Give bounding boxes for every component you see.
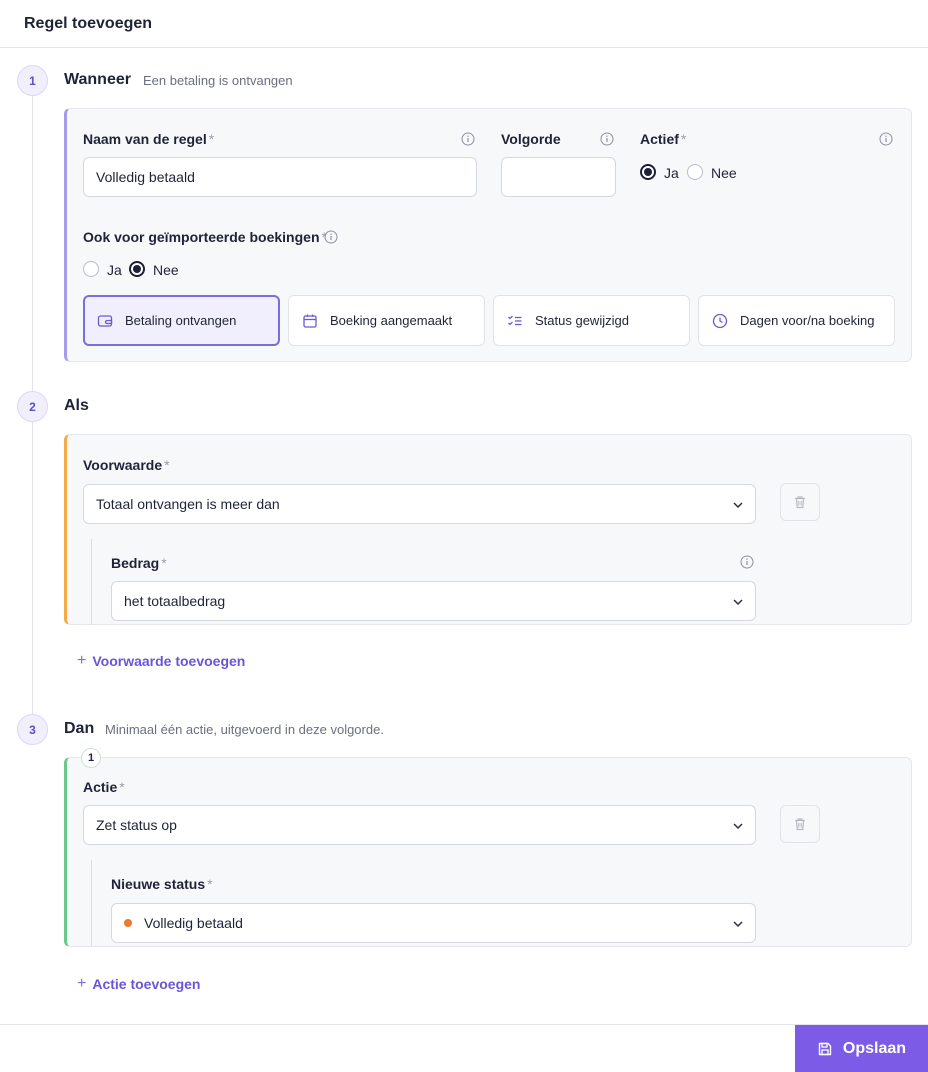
- modal-title: Regel toevoegen: [24, 15, 153, 32]
- modal-footer: [0, 1024, 928, 1072]
- add-condition-link[interactable]: + Voorwaarde toevoegen: [77, 652, 245, 670]
- active-label: Actief *: [640, 131, 687, 147]
- timeline-line: [32, 422, 33, 714]
- trash-icon: [795, 818, 805, 831]
- imported-yes-radio[interactable]: [83, 261, 99, 277]
- active-yes-label: Ja: [664, 165, 679, 181]
- add-action-link[interactable]: + Actie toevoegen: [77, 975, 200, 993]
- amount-select[interactable]: het totaalbedrag: [111, 581, 756, 621]
- chevron-down-icon: [733, 921, 743, 928]
- then-panel: Actie * Zet status op Nieuwe status * Voll…: [64, 757, 912, 947]
- info-icon[interactable]: [461, 132, 475, 146]
- action-number-badge: 1: [81, 748, 101, 768]
- step-number-2: 2: [17, 391, 48, 422]
- timeline-line: [32, 96, 33, 394]
- step-number-3: 3: [17, 714, 48, 745]
- trash-icon: [795, 496, 805, 509]
- plus-icon: +: [77, 975, 87, 992]
- step-title-if: Als: [64, 397, 89, 414]
- info-icon[interactable]: [600, 132, 614, 146]
- active-no-radio[interactable]: [687, 164, 703, 180]
- action-select[interactable]: Zet status op: [83, 805, 756, 845]
- calendar-icon: [303, 314, 317, 328]
- status-color-dot: [124, 919, 132, 927]
- wallet-icon: [97, 314, 113, 327]
- active-yes-radio[interactable]: [640, 164, 656, 180]
- info-icon[interactable]: [740, 555, 754, 569]
- trigger-days-before-after[interactable]: Dagen voor/na boeking: [698, 295, 895, 346]
- step-subtitle-then: Minimaal één actie, uitgevoerd in deze v…: [105, 722, 384, 737]
- delete-action-button[interactable]: [780, 805, 820, 843]
- step-subtitle-when: Een betaling is ontvangen: [143, 73, 293, 88]
- plus-icon: +: [77, 652, 87, 669]
- amount-label: Bedrag *: [111, 555, 167, 571]
- new-status-select[interactable]: Volledig betaald: [111, 903, 756, 943]
- action-label: Actie *: [83, 779, 125, 795]
- save-button[interactable]: Opslaan: [795, 1025, 928, 1072]
- rule-name-input[interactable]: Volledig betaald: [83, 157, 477, 197]
- nested-divider: [91, 860, 92, 946]
- modal-header: Regel toevoegen: [0, 0, 928, 48]
- new-status-label: Nieuwe status *: [111, 876, 213, 892]
- order-input[interactable]: [501, 157, 616, 197]
- imported-no-radio[interactable]: [129, 261, 145, 277]
- active-no-label: Nee: [711, 165, 737, 181]
- trigger-status-changed[interactable]: Status gewijzigd: [493, 295, 690, 346]
- imported-no-label: Nee: [153, 262, 179, 278]
- step-number-1: 1: [17, 65, 48, 96]
- when-panel: Naam van de regel * Volledig betaald Volg…: [64, 108, 912, 362]
- if-panel: Voorwaarde * Totaal ontvangen is meer dan…: [64, 434, 912, 625]
- save-icon: [818, 1042, 832, 1055]
- imported-yes-label: Ja: [107, 262, 122, 278]
- order-label: Volgorde: [501, 131, 561, 147]
- nested-divider: [91, 539, 92, 625]
- trigger-booking-created[interactable]: Boeking aangemaakt: [288, 295, 485, 346]
- chevron-down-icon: [733, 823, 743, 830]
- chevron-down-icon: [733, 502, 743, 509]
- info-icon[interactable]: [324, 230, 338, 244]
- trigger-payment-received[interactable]: Betaling ontvangen: [83, 295, 280, 346]
- step-title-when: Wanneer: [64, 71, 131, 88]
- step-title-then: Dan: [64, 720, 95, 737]
- info-icon[interactable]: [879, 132, 893, 146]
- delete-condition-button[interactable]: [780, 483, 820, 521]
- condition-label: Voorwaarde *: [83, 457, 170, 473]
- condition-select[interactable]: Totaal ontvangen is meer dan: [83, 484, 756, 524]
- imported-label: Ook voor geïmporteerde boekingen *: [83, 229, 327, 245]
- clock-icon: [712, 313, 728, 328]
- rule-name-label: Naam van de regel *: [83, 131, 215, 147]
- checklist-icon: [508, 315, 522, 325]
- chevron-down-icon: [733, 599, 743, 606]
